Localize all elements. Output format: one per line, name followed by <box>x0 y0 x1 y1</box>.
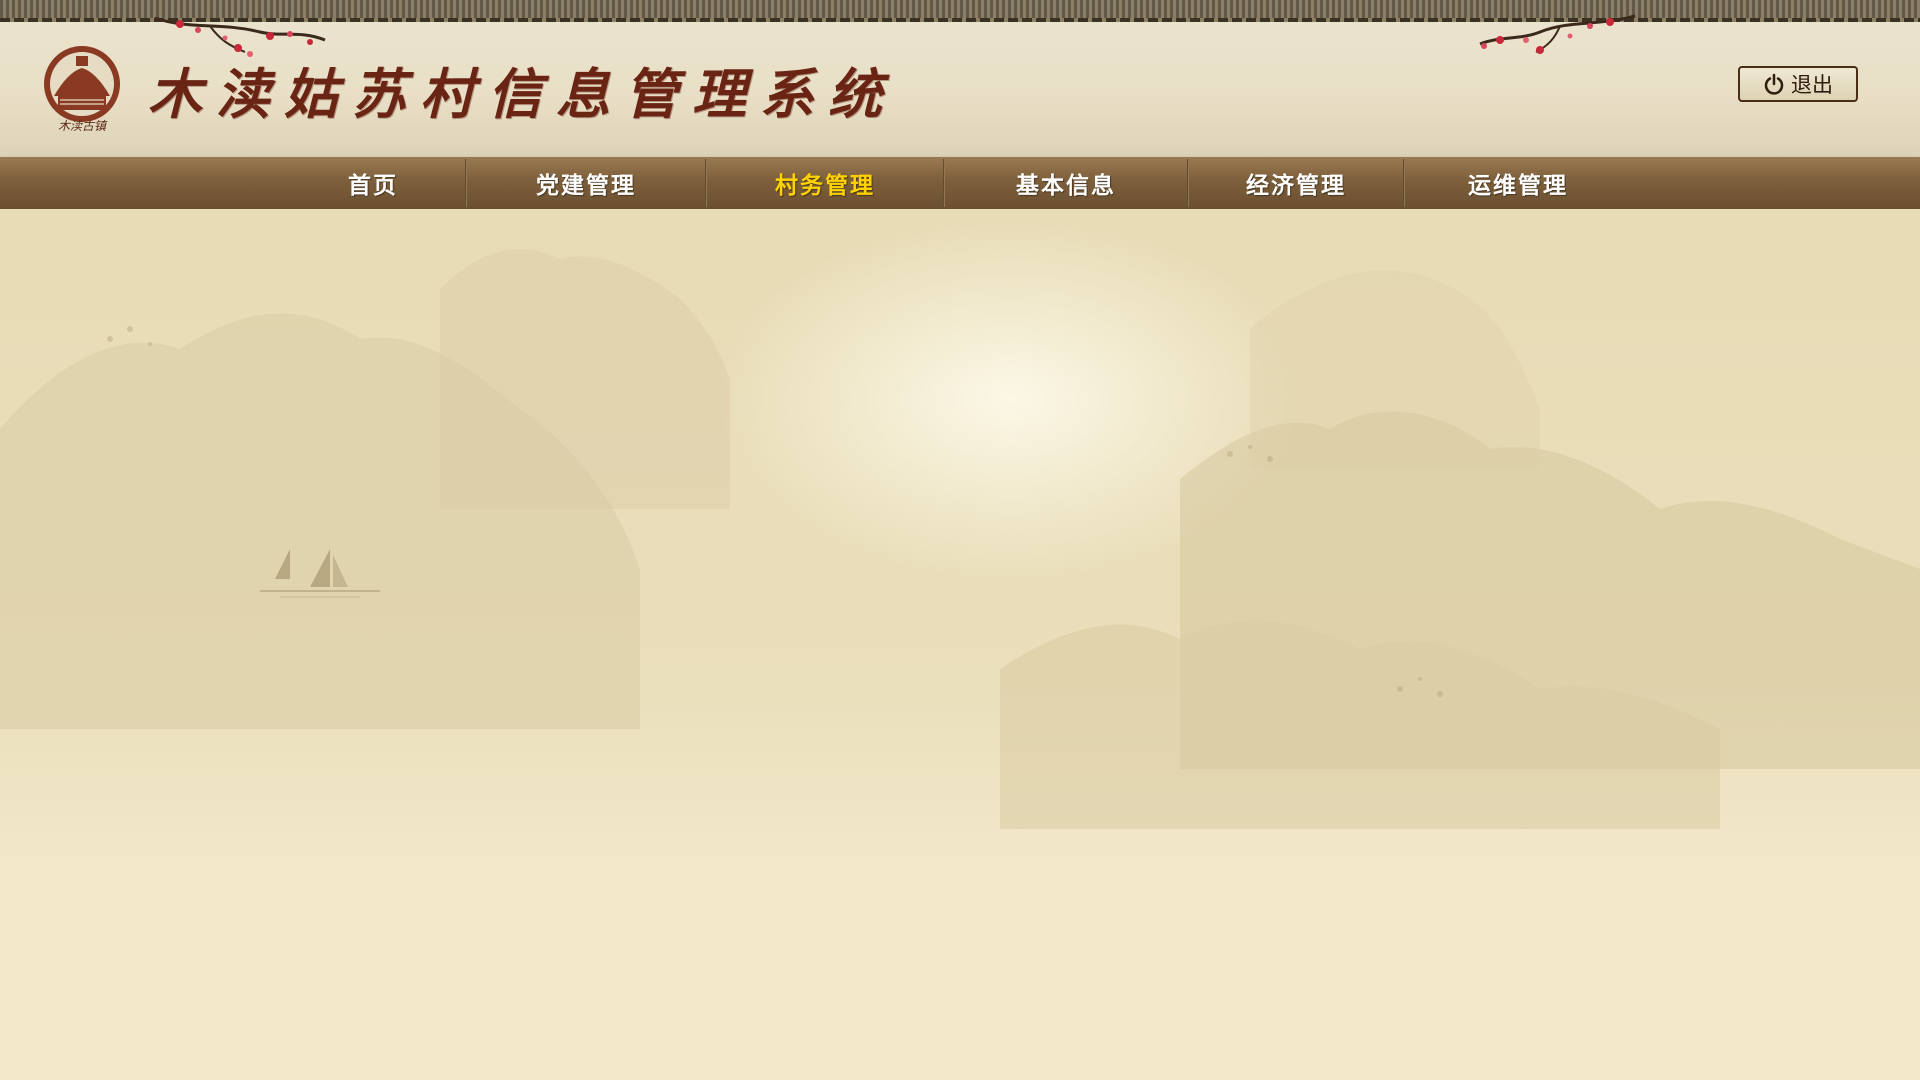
power-icon <box>1764 73 1784 95</box>
logout-label: 退出 <box>1791 73 1833 97</box>
app-header: 木渎古镇 木渎姑苏村信息管理系统 退出 <box>0 0 1920 157</box>
logout-button[interactable]: 退出 <box>1738 66 1858 102</box>
main-content-area <box>0 209 1920 1080</box>
nav-item-home[interactable]: 首页 <box>280 157 466 209</box>
logo-text: 木渎古镇 <box>58 119 108 132</box>
nav-item-village-affairs[interactable]: 村务管理 <box>707 157 943 209</box>
nav-item-economic[interactable]: 经济管理 <box>1189 157 1403 209</box>
nav-item-basic-info[interactable]: 基本信息 <box>945 157 1187 209</box>
nav-item-party-building[interactable]: 党建管理 <box>467 157 705 209</box>
nav-item-operations[interactable]: 运维管理 <box>1405 157 1631 209</box>
town-seal-logo: 木渎古镇 <box>44 46 120 132</box>
plum-blossom-right-decoration <box>1479 14 1636 54</box>
ink-landscape-background <box>0 249 1920 829</box>
app-title: 木渎姑苏村信息管理系统 <box>148 62 896 126</box>
main-nav: 首页 党建管理 村务管理 基本信息 经济管理 运维管理 <box>0 157 1920 209</box>
